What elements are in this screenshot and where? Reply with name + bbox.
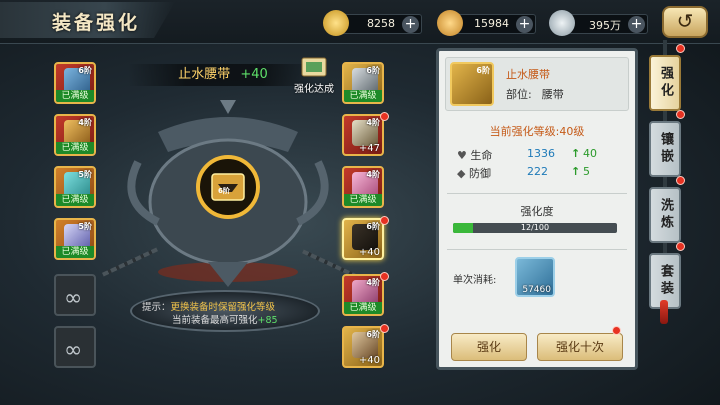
equip-slot-left-3[interactable]: 5阶 已满级 [54,166,96,208]
back-arrow-icon: ↺ [676,9,694,33]
back-button[interactable]: ↺ [662,6,708,38]
item-bonus: +40 [240,67,268,82]
equip-slot-left-1[interactable]: 6阶 已满级 [54,62,96,104]
divider [447,249,627,250]
tassel-decoration [660,300,668,324]
equip-slot-left-2[interactable]: 4阶 已满级 [54,114,96,156]
equip-slot-right-4-selected[interactable]: 6阶 +40 [342,218,384,260]
panel-item-name: 止水腰带 [506,68,550,81]
hint-text: 提示：更换装备时保留强化等级 当前装备最高可强化+85 [142,302,278,326]
gift-card-icon [437,10,463,36]
gift-currency: 15984 + [437,10,536,36]
heart-icon: ♥ [457,149,467,162]
ring-icon: ∞ [64,338,83,363]
equip-slot-right-2[interactable]: 4阶 +47 [342,114,384,156]
equip-slot-left-4[interactable]: 5阶 已满级 [54,218,96,260]
equip-slot-right-1[interactable]: 6阶 已满级 [342,62,384,104]
notification-dot [676,176,685,185]
belt-icon: 6阶 [450,62,494,106]
notification-dot [612,326,621,335]
enhance-once-button[interactable]: 强化 [451,333,527,361]
silver-currency: 395万 + [549,10,648,36]
up-arrow-icon: ↑ [571,147,581,160]
item-part: 部位: 腰带 [506,88,564,101]
equip-slot-right-5[interactable]: 4阶 已满级 [342,274,384,316]
stat-row-hp: ♥ 生命 1336 ↑ 40 [457,147,597,162]
enhance-stone-icon[interactable]: 57460 [515,257,555,297]
notification-dot [380,112,389,121]
add-silver-button[interactable]: + [628,16,645,33]
notification-dot [676,44,685,53]
item-name: 止水腰带 [178,67,231,82]
enhance-level: 当前强化等级:40级 [489,125,585,138]
up-arrow-icon: ↑ [571,165,581,178]
gold-currency: 8258 + [323,10,422,36]
info-panel: 6阶 止水腰带 部位: 腰带 当前强化等级:40级 ♥ 生命 1336 ↑ 40 … [436,48,638,370]
page-title: 装备强化 [52,12,141,34]
gold-ingot-icon [323,10,349,36]
notification-dot [380,324,389,333]
stat-row-def: ◆ 防御 222 ↑ 5 [457,165,590,180]
equip-slot-right-6[interactable]: 6阶 +40 [342,326,384,368]
progress-title: 强化度 [520,205,554,218]
ring-icon: ∞ [64,286,83,311]
divider [447,193,627,194]
equip-slot-left-ring-1[interactable]: ∞ [54,274,96,316]
notification-dot [676,110,685,119]
silver-coin-icon [549,10,575,36]
equip-slot-left-ring-2[interactable]: ∞ [54,326,96,368]
add-gift-button[interactable]: + [516,16,533,33]
notification-dot [676,242,685,251]
enhance-ten-button[interactable]: 强化十次 [537,333,623,361]
equip-slot-right-3[interactable]: 4阶 已满级 [342,166,384,208]
progress-text: 12/100 [520,223,550,232]
add-gold-button[interactable]: + [402,16,419,33]
notification-dot [380,272,389,281]
cost-label: 单次消耗: [453,275,497,286]
tab-inlay[interactable]: 镶嵌 [649,121,681,177]
tab-refine[interactable]: 洗炼 [649,187,681,243]
center-slot-level: 6阶 [218,187,230,195]
notification-dot [380,216,389,225]
shield-icon: ◆ [457,167,466,180]
item-header: 6阶 止水腰带 部位: 腰带 [445,57,629,111]
tab-enhance[interactable]: 强化 [649,55,681,111]
